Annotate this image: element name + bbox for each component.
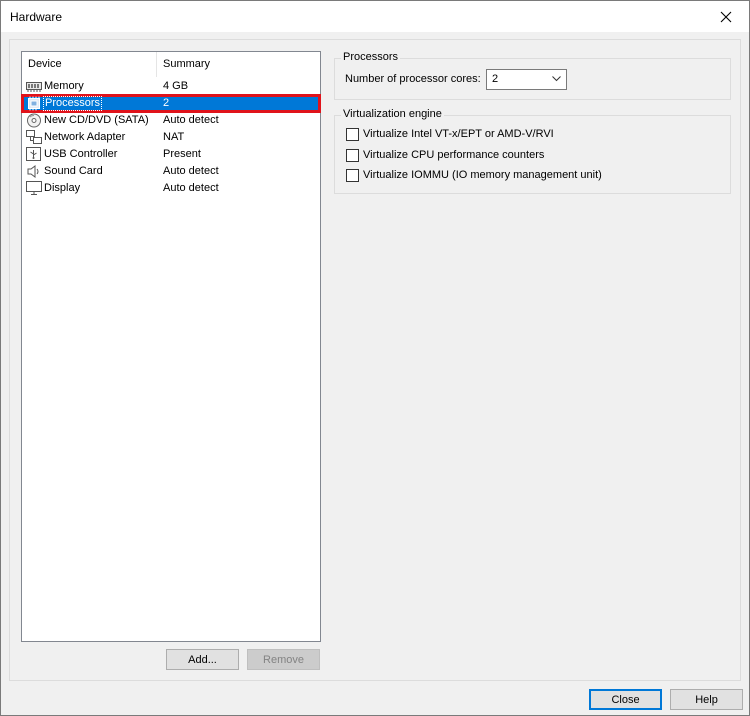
device-name: Processors [43,96,103,111]
device-summary: 2 [163,97,170,109]
processor-icon [28,96,40,111]
column-header-summary[interactable]: Summary [157,52,320,77]
device-summary: NAT [163,131,185,143]
close-window-button[interactable] [703,1,749,32]
processors-group-title: Processors [341,51,401,63]
vtx-label: Virtualize Intel VT-x/EPT or AMD-V/RVI [363,128,554,140]
virtualization-engine-group: Virtualization engine Virtualize Intel V… [334,108,731,194]
device-summary: Auto detect [163,114,219,126]
remove-button[interactable]: Remove [247,649,320,670]
processor-cores-label: Number of processor cores: [345,73,481,85]
add-button[interactable]: Add... [166,649,239,670]
processor-cores-value: 2 [492,73,499,85]
device-name: Memory [44,80,84,92]
device-row-memory[interactable]: Memory 4 GB [22,78,320,95]
device-summary: Auto detect [163,182,219,194]
title-bar: Hardware [1,1,749,32]
usb-controller-icon [26,147,41,161]
device-list-header: Device Summary [22,52,320,77]
device-summary: 4 GB [163,80,189,92]
perf-counters-checkbox[interactable] [346,149,359,162]
window-title: Hardware [10,10,63,24]
network-adapter-icon [26,130,42,144]
help-button[interactable]: Help [670,689,743,710]
hardware-dialog: Hardware Device Summary Memory 4 GB Proc… [0,0,750,716]
virtualization-group-title: Virtualization engine [341,108,444,120]
device-name: USB Controller [44,148,118,160]
display-icon [26,181,42,195]
processor-cores-select[interactable]: 2 [486,69,567,90]
device-list[interactable]: Device Summary Memory 4 GB Processors 2 … [21,51,321,642]
cd-dvd-icon [27,113,41,128]
device-row-sound-card[interactable]: Sound Card Auto detect [22,163,320,180]
device-row-usb-controller[interactable]: USB Controller Present [22,146,320,163]
device-row-cd-dvd[interactable]: New CD/DVD (SATA) Auto detect [22,112,320,129]
device-name: Display [44,182,81,194]
close-icon [720,11,732,22]
device-row-processors[interactable]: Processors 2 [21,94,321,113]
chevron-down-icon [552,76,561,82]
device-name: New CD/DVD (SATA) [44,114,149,126]
sound-card-icon [27,165,39,178]
perf-counters-label: Virtualize CPU performance counters [363,149,545,161]
column-header-device[interactable]: Device [22,52,157,77]
close-button[interactable]: Close [589,689,662,710]
memory-icon [26,82,42,92]
device-row-display[interactable]: Display Auto detect [22,180,320,197]
device-row-network-adapter[interactable]: Network Adapter NAT [22,129,320,146]
device-summary: Present [163,148,201,160]
device-name: Network Adapter [44,131,126,143]
device-name: Sound Card [44,165,103,177]
vtx-checkbox[interactable] [346,128,359,141]
device-summary: Auto detect [163,165,219,177]
iommu-checkbox[interactable] [346,169,359,182]
iommu-label: Virtualize IOMMU (IO memory management u… [363,169,602,181]
